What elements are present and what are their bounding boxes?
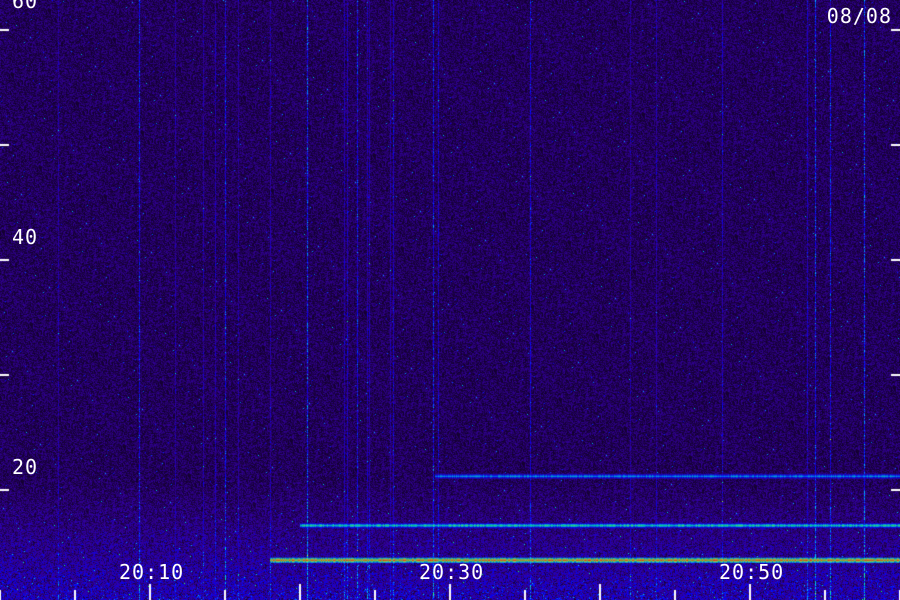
x-tick-label-2030: 20:30 <box>419 560 485 584</box>
x-tick-label-2010: 20:10 <box>119 560 185 584</box>
spectrogram-plot <box>0 0 900 600</box>
date-label: 08/08 <box>826 4 892 28</box>
x-tick-label-2050: 20:50 <box>719 560 785 584</box>
y-tick-label-40: 40 <box>12 225 39 249</box>
y-tick-label-60: 60 <box>12 0 39 13</box>
y-tick-label-20: 20 <box>12 455 39 479</box>
